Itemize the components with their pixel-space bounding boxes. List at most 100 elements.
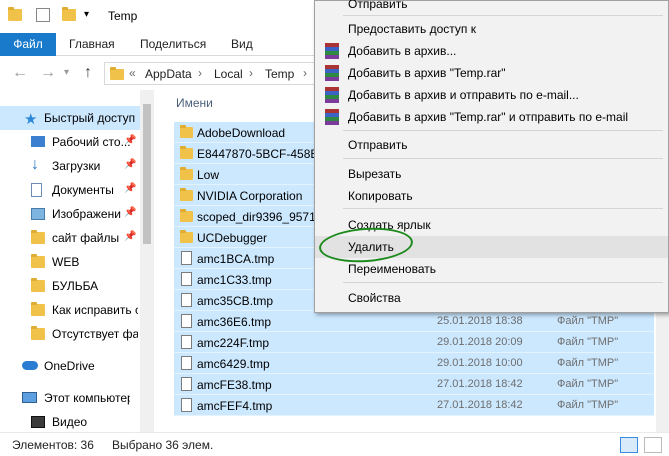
file-name: amcFE38.tmp [197,378,272,392]
menu-item-label: Добавить в архив и отправить по e-mail..… [348,88,579,102]
folder-icon [180,125,193,138]
file-name: E8447870-5BCF-458E-B [197,147,331,161]
pin-icon[interactable]: 📌 [124,135,136,146]
folder-icon [180,146,193,159]
download-icon: ↓ [31,156,39,173]
menu-item-send-to-top[interactable]: Отправить [315,0,668,15]
up-icon[interactable]: ↑ [84,64,92,82]
menu-item-properties[interactable]: Свойства [315,287,668,309]
tab-home[interactable]: Главная [69,33,115,56]
nav-item-pictures[interactable]: Изображени 📌 [0,202,140,226]
file-name: amc1C33.tmp [197,273,272,287]
menu-item-archive-and-email[interactable]: Добавить в архив и отправить по e-mail..… [315,84,668,106]
file-icon [181,293,192,307]
menu-separator [343,208,663,209]
details-view-icon[interactable] [620,437,638,453]
nav-scrollbar[interactable] [140,90,154,432]
menu-item-cut[interactable]: Вырезать [315,163,668,185]
status-bar: Элементов: 36 Выбрано 36 элем. [0,432,669,456]
context-menu: Отправить Предоставить доступ к Добавить… [314,0,669,313]
menu-separator [343,158,663,159]
menu-item-send-to[interactable]: Отправить [315,134,668,156]
nav-item-web[interactable]: WEB [0,250,140,274]
menu-item-label: Переименовать [348,262,436,276]
file-type: Файл "TMP" [557,399,619,411]
menu-item-rename[interactable]: Переименовать [315,258,668,280]
nav-item-site-files[interactable]: сайт файлы 📌 [0,226,140,250]
table-row[interactable]: amcFEF4.tmp 27.01.2018 18:42 Файл "TMP" [174,395,654,416]
pin-icon[interactable]: 📌 [124,159,136,170]
nav-item-how-to-fix[interactable]: Как исправить с [0,298,140,322]
nav-item-documents[interactable]: Документы 📌 [0,178,140,202]
recent-locations-icon[interactable]: ▾ [64,67,69,78]
cloud-icon [22,361,38,370]
large-icons-view-icon[interactable] [644,437,662,453]
file-date: 29.01.2018 10:00 [437,357,523,369]
menu-item-delete[interactable]: Удалить [315,224,668,266]
nav-item-this-pc[interactable]: Этот компьютер [0,386,140,410]
table-row[interactable]: amc36E6.tmp 25.01.2018 18:38 Файл "TMP" [174,311,654,332]
table-row[interactable]: amcFE38.tmp 27.01.2018 18:42 Файл "TMP" [174,374,654,395]
nav-item-bulba[interactable]: БУЛЬБА [0,274,140,298]
winrar-icon [325,43,339,59]
file-type: Файл "TMP" [557,378,619,390]
window-title: Temp [108,9,138,23]
tab-file[interactable]: Файл [0,33,56,56]
file-name: NVIDIA Corporation [197,189,303,203]
breadcrumb-local[interactable]: Local [214,67,243,81]
nav-item-onedrive[interactable]: OneDrive [0,354,140,378]
menu-item-give-access[interactable]: Предоставить доступ к [315,18,668,40]
file-date: 27.01.2018 18:42 [437,378,523,390]
menu-item-temp-rar-and-email[interactable]: Добавить в архив "Temp.rar" и отправить … [315,106,668,128]
nav-item-label: Этот компьютер [44,391,130,405]
pin-icon[interactable]: 📌 [124,183,136,194]
file-icon [181,377,192,391]
breadcrumb-temp[interactable]: Temp [265,67,294,81]
file-icon [181,335,192,349]
folder-icon [180,209,193,222]
folder-icon [180,188,193,201]
table-row[interactable]: amc224F.tmp 29.01.2018 20:09 Файл "TMP" [174,332,654,353]
breadcrumb-separator[interactable]: › [249,66,253,80]
winrar-icon [325,65,339,81]
tab-share[interactable]: Поделиться [140,33,206,56]
tab-view[interactable]: Вид [231,33,253,56]
nav-item-video[interactable]: Видео [0,410,140,434]
column-header-name[interactable]: Имени [176,96,213,110]
nav-item-label: Отсутствует фай [52,327,138,341]
breadcrumb-overflow[interactable]: « [129,66,136,80]
address-bar[interactable]: « AppData › Local › Temp › [104,62,334,85]
menu-separator [343,15,663,16]
menu-item-label: Свойства [348,291,401,305]
folder-icon [180,230,193,243]
back-icon[interactable]: ← [12,64,28,82]
status-item-count: Элементов: 36 [12,438,94,452]
file-list-scrollbar[interactable] [656,313,669,432]
computer-icon [22,392,37,403]
file-date: 25.01.2018 18:38 [437,315,523,327]
file-icon [181,356,192,370]
properties-icon[interactable] [36,8,50,22]
nav-item-desktop[interactable]: Рабочий сто... 📌 [0,130,140,154]
pin-icon[interactable]: 📌 [124,231,136,242]
forward-icon[interactable]: → [40,64,56,82]
menu-item-add-to-temp-rar[interactable]: Добавить в архив "Temp.rar" [315,62,668,84]
menu-item-label: Вырезать [348,167,402,181]
table-row[interactable]: amc6429.tmp 29.01.2018 10:00 Файл "TMP" [174,353,654,374]
file-type: Файл "TMP" [557,357,619,369]
folder-icon [31,230,45,244]
new-folder-icon[interactable] [62,7,76,21]
pin-icon[interactable]: 📌 [124,207,136,218]
winrar-icon [325,109,339,125]
nav-item-missing-file[interactable]: Отсутствует фай [0,322,140,346]
nav-item-quick-access[interactable]: ★ Быстрый доступ [0,106,140,130]
menu-item-label: Добавить в архив... [348,44,457,58]
menu-item-copy[interactable]: Копировать [315,185,668,207]
nav-item-downloads[interactable]: ↓ Загрузки 📌 [0,154,140,178]
breadcrumb-separator[interactable]: › [303,66,307,80]
breadcrumb-separator[interactable]: › [198,66,202,80]
customize-toolbar-icon[interactable]: ▾ [84,9,89,20]
menu-item-add-to-archive[interactable]: Добавить в архив... [315,40,668,62]
breadcrumb-appdata[interactable]: AppData [145,67,192,81]
nav-scrollbar-thumb[interactable] [143,104,151,244]
